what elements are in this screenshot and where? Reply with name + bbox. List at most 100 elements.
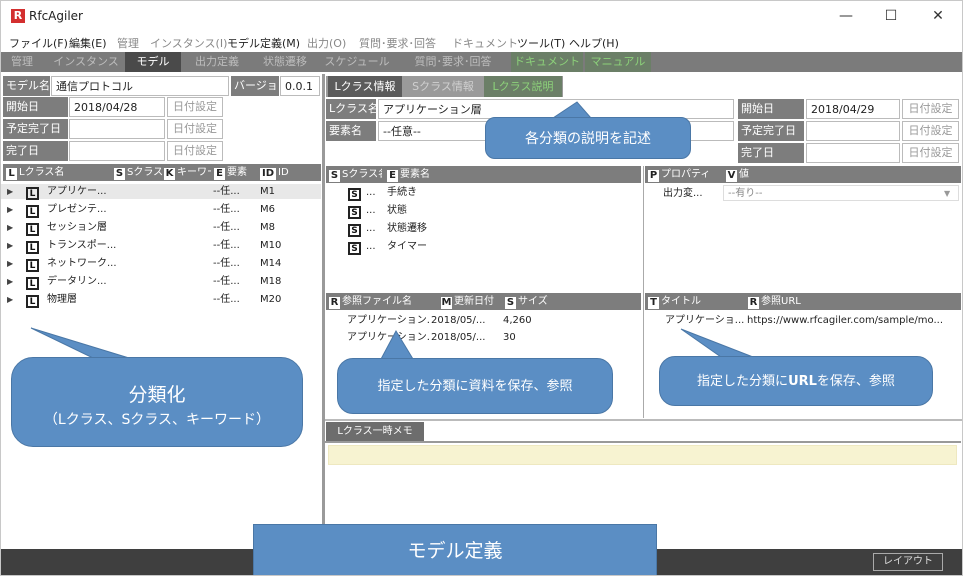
url-callout: 指定した分類にURLを保存、参照 [659, 356, 933, 406]
tree-row[interactable]: ▶ L セッション層 --任... M8 [1, 220, 321, 236]
expand-caret-icon[interactable]: ▶ [7, 274, 13, 289]
lclass-done-date-button[interactable]: 日付設定 [902, 143, 959, 163]
modified-col-header[interactable]: 更新日付 [454, 296, 494, 307]
tab-manual[interactable]: マニュアル [585, 52, 651, 72]
done-date-button[interactable]: 日付設定 [167, 141, 223, 161]
lclass-col-header[interactable]: Lクラス名 [19, 167, 64, 178]
file-row-name[interactable]: アプリケーション... [347, 314, 431, 328]
app-window: R RfcAgiler — ☐ ✕ ファイル(F) 編集(E) 管理 インスタン… [0, 0, 963, 576]
lclass-planned-date-button[interactable]: 日付設定 [902, 121, 959, 141]
ref-url-col-header[interactable]: 参照URL [761, 296, 801, 307]
menu-output[interactable]: 出力(O) [307, 35, 346, 51]
element-header-icon: E [214, 168, 225, 180]
tree-row[interactable]: ▶ L データリン... --任... M18 [1, 274, 321, 290]
id-header-icon: ID [260, 168, 276, 180]
lclass-header-icon: L [6, 168, 17, 180]
menu-help[interactable]: ヘルプ(H) [569, 35, 619, 51]
tree-row[interactable]: ▶ L プレゼンテ... --任... M6 [1, 202, 321, 218]
expand-caret-icon[interactable]: ▶ [7, 292, 13, 307]
layout-button[interactable]: レイアウト [873, 553, 943, 571]
tree-row[interactable]: ▶ L アプリケー... --任... M1 [1, 184, 321, 200]
model-name-field[interactable]: 通信プロトコル [51, 76, 229, 96]
maximize-button[interactable]: ☐ [871, 3, 911, 29]
tab-sclass-info[interactable]: Sクラス情報 [404, 76, 482, 97]
expand-caret-icon[interactable]: ▶ [7, 184, 13, 199]
tab-instance[interactable]: インスタンス [47, 52, 125, 72]
tree-row-id: M6 [260, 204, 275, 215]
sclass-icon: S [348, 242, 361, 255]
url-row-title: アプリケーショ... [665, 315, 745, 326]
memo-divider [325, 419, 962, 421]
done-date-field[interactable] [69, 141, 165, 161]
menu-document[interactable]: ドキュメント [452, 35, 518, 51]
menu-edit[interactable]: 編集(E) [69, 35, 107, 51]
tab-admin[interactable]: 管理 [1, 52, 43, 72]
tab-model[interactable]: モデル [125, 52, 181, 72]
sclass-col-header[interactable]: Sクラス [127, 167, 163, 178]
start-date-field[interactable]: 2018/04/28 [69, 97, 165, 117]
menu-tools[interactable]: ツール(T) [517, 35, 565, 51]
lclass-name-field[interactable]: アプリケーション層 [378, 99, 734, 119]
menu-model-def[interactable]: モデル定義(M) [227, 35, 300, 51]
tab-memo[interactable]: Lクラス一時メモ [326, 422, 424, 441]
lclass-start-date-button[interactable]: 日付設定 [902, 99, 959, 119]
property-value-select[interactable]: --有り-- [723, 185, 959, 201]
lclass-start-label: 開始日 [738, 99, 804, 119]
tree-row-name: 物理層 [47, 294, 77, 305]
tab-qa[interactable]: 質問･要求･回答 [399, 52, 507, 72]
title-col-header[interactable]: タイトル [661, 296, 701, 307]
planned-date-button[interactable]: 日付設定 [167, 119, 223, 139]
expand-caret-icon[interactable]: ▶ [7, 238, 13, 253]
classify-callout-tail [30, 327, 130, 359]
planned-date-field[interactable] [69, 119, 165, 139]
keyword-col-header[interactable]: キーワード [177, 167, 211, 178]
value-col-header[interactable]: 値 [739, 169, 749, 180]
lclass-planned-field[interactable] [806, 121, 900, 141]
tab-output-def[interactable]: 出力定義 [185, 52, 249, 72]
property-col-header[interactable]: プロパティ [661, 169, 710, 180]
version-field[interactable]: 0.0.1 [280, 76, 320, 96]
sclass-name-col-header[interactable]: Sクラス名 [342, 169, 382, 180]
sclass-row-name: ... [366, 223, 376, 234]
tab-schedule[interactable]: スケジュール [319, 52, 395, 72]
lclass-done-field[interactable] [806, 143, 900, 163]
memo-input[interactable] [328, 445, 957, 465]
expand-caret-icon[interactable]: ▶ [7, 220, 13, 235]
start-date-button[interactable]: 日付設定 [167, 97, 223, 117]
ref-file-icon: R [329, 297, 340, 309]
tree-row-name: アプリケー... [47, 186, 107, 197]
element-col-header[interactable]: 要素 [227, 167, 247, 178]
id-col-header[interactable]: ID [278, 167, 289, 178]
lclass-start-field[interactable]: 2018/04/29 [806, 99, 900, 119]
tab-document[interactable]: ドキュメント [511, 52, 583, 72]
tree-row[interactable]: ▶ L トランスポー... --任... M10 [1, 238, 321, 254]
tab-state-transition[interactable]: 状態遷移 [253, 52, 317, 72]
property-row-name: 出力変... [663, 188, 703, 199]
file-table-header: R 参照ファイル名 M 更新日付 S サイズ [326, 293, 641, 310]
expand-caret-icon[interactable]: ▶ [7, 202, 13, 217]
file-row-name[interactable]: アプリケーション... [347, 331, 431, 345]
menu-admin[interactable]: 管理 [117, 35, 139, 51]
sclass-icon: S [348, 206, 361, 219]
ref-file-col-header[interactable]: 参照ファイル名 [342, 296, 412, 307]
menu-instance[interactable]: インスタンス(I) [150, 35, 227, 51]
tree-row[interactable]: ▶ L 物理層 --任... M20 [1, 292, 321, 308]
tab-lclass-info[interactable]: Lクラス情報 [328, 76, 402, 97]
close-button[interactable]: ✕ [918, 3, 958, 29]
expand-caret-icon[interactable]: ▶ [7, 256, 13, 271]
tree-row-element: --任... [213, 222, 240, 233]
size-col-header[interactable]: サイズ [518, 296, 548, 307]
element-name-col-header[interactable]: 要素名 [400, 169, 430, 180]
lclass-icon: L [26, 259, 39, 272]
minimize-button[interactable]: — [826, 3, 866, 29]
tab-lclass-desc[interactable]: Lクラス説明 [484, 76, 562, 97]
menu-file[interactable]: ファイル(F) [9, 35, 68, 51]
panel-splitter[interactable] [322, 74, 325, 549]
sclass-row-element: 状態遷移 [387, 223, 427, 234]
menu-qa[interactable]: 質問･要求･回答 [359, 35, 436, 51]
url-row-link[interactable]: https://www.rfcagiler.com/sample/mo... [747, 314, 959, 328]
dropdown-arrow-icon[interactable]: ▼ [944, 187, 950, 201]
url-callout-pre: 指定した分類に [697, 374, 789, 389]
menu-bar: ファイル(F) 編集(E) 管理 インスタンス(I) モデル定義(M) 出力(O… [1, 32, 962, 52]
tree-row[interactable]: ▶ L ネットワーク... --任... M14 [1, 256, 321, 272]
